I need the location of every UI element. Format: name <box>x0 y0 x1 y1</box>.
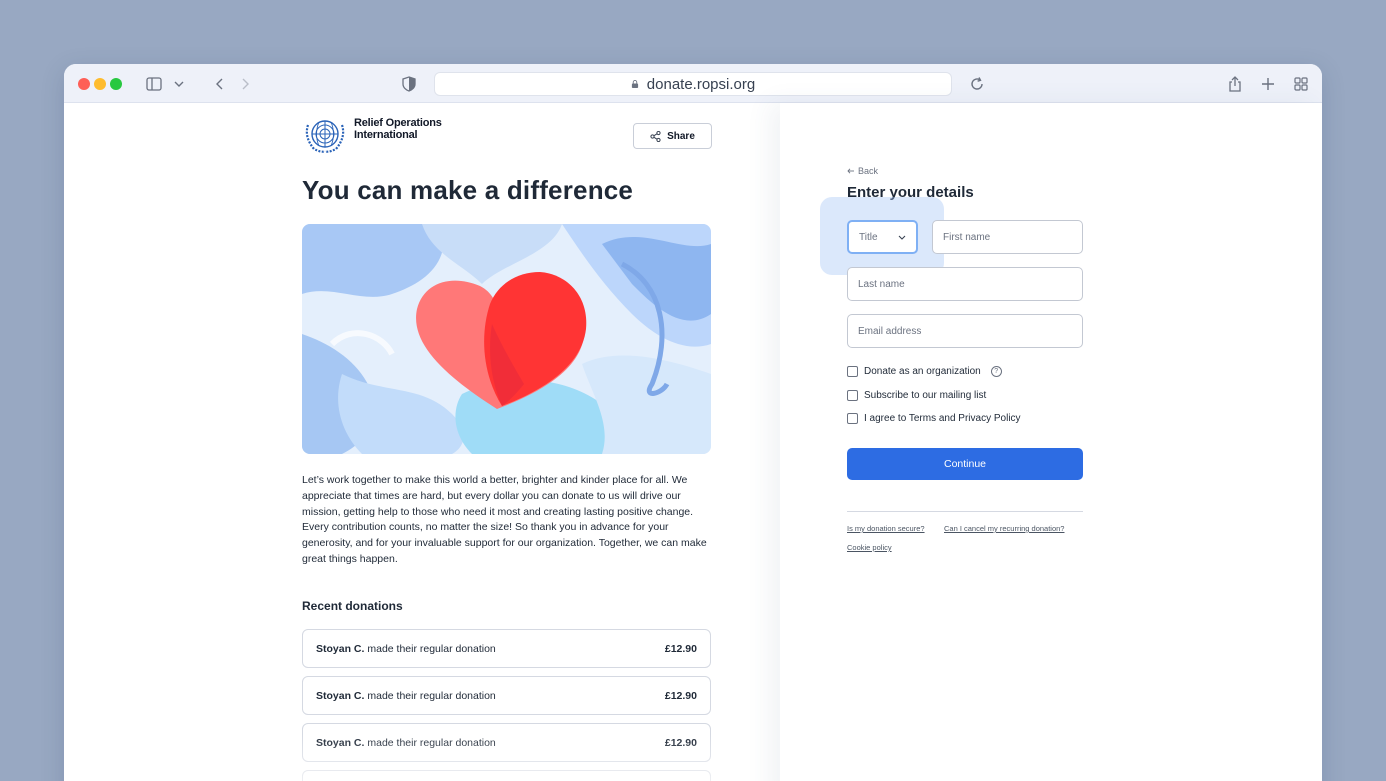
close-window-button[interactable] <box>78 78 90 90</box>
donation-text: Stoyan C. made their regular donation <box>316 737 496 749</box>
hero-heart-image <box>302 224 711 454</box>
mailing-list-checkbox-row[interactable]: Subscribe to our mailing list <box>847 390 986 401</box>
browser-toolbar: donate.ropsi.org <box>64 64 1322 103</box>
donation-description: made their regular donation <box>367 689 496 702</box>
share-label: Share <box>667 130 695 142</box>
details-form-panel: Back Enter your details Title First name… <box>780 103 1322 781</box>
continue-button[interactable]: Continue <box>847 448 1083 480</box>
last-name-input[interactable]: Last name <box>847 267 1083 301</box>
cancel-recurring-link[interactable]: Can I cancel my recurring donation? <box>944 524 1064 533</box>
organization-checkbox-label: Donate as an organization <box>864 366 981 377</box>
org-name: Relief Operations International <box>354 117 442 141</box>
donation-item: Stoyan C. made their regular donation £1… <box>302 676 711 715</box>
address-bar[interactable]: donate.ropsi.org <box>434 72 952 96</box>
mailing-list-checkbox-label: Subscribe to our mailing list <box>864 390 987 401</box>
donation-item: Stoyan C. made their regular donation £1… <box>302 629 711 668</box>
share-button[interactable]: Share <box>633 123 712 149</box>
divider <box>847 511 1083 512</box>
donation-description: made their regular donation <box>367 642 496 655</box>
shield-icon[interactable] <box>398 73 420 95</box>
terms-checkbox-row[interactable]: I agree to Terms and Privacy Policy <box>847 413 1021 424</box>
tabs-grid-icon[interactable] <box>1290 73 1312 95</box>
share-nodes-icon <box>650 130 661 142</box>
forward-arrow-icon[interactable] <box>234 73 256 95</box>
share-icon[interactable] <box>1224 73 1246 95</box>
first-name-placeholder: First name <box>943 231 991 243</box>
help-icon[interactable]: ? <box>990 366 1002 377</box>
org-name-line2: International <box>354 129 418 141</box>
browser-window: donate.ropsi.org Relief Operations Inter… <box>64 64 1322 781</box>
donor-name: Stoyan C. <box>316 642 365 655</box>
donation-amount: £12.90 <box>664 642 697 655</box>
cookie-policy-link[interactable]: Cookie policy <box>847 543 892 552</box>
donor-name: Stoyan C. <box>316 689 365 702</box>
back-label: Back <box>858 166 879 176</box>
donor-name: Stoyan C. <box>316 736 365 749</box>
campaign-panel: Relief Operations International Share Yo… <box>64 103 780 781</box>
terms-checkbox-label: I agree to Terms and Privacy Policy <box>864 413 1021 424</box>
terms-checkbox[interactable] <box>847 413 858 424</box>
donation-text: Stoyan C. made their regular donation <box>316 690 496 702</box>
last-name-placeholder: Last name <box>858 278 905 290</box>
maximize-window-button[interactable] <box>110 78 122 90</box>
donation-item: Stoyan C. made their regular donation £1… <box>302 723 711 762</box>
donation-item-partial <box>302 770 711 781</box>
donation-amount: £12.90 <box>664 736 697 749</box>
email-input[interactable]: Email address <box>847 314 1083 348</box>
mailing-list-checkbox[interactable] <box>847 390 858 401</box>
organization-checkbox-row[interactable]: Donate as an organization ? <box>847 366 1002 377</box>
arrow-left-icon <box>847 168 854 174</box>
lock-icon <box>631 80 638 88</box>
organization-checkbox[interactable] <box>847 366 858 377</box>
url-text: donate.ropsi.org <box>646 75 756 93</box>
first-name-input[interactable]: First name <box>932 220 1083 254</box>
org-name-line1: Relief Operations <box>354 117 442 129</box>
chevron-down-icon[interactable] <box>168 73 190 95</box>
recent-donations-title: Recent donations <box>302 599 403 613</box>
email-placeholder: Email address <box>858 325 922 337</box>
un-emblem-logo <box>305 120 345 153</box>
title-select-value: Title <box>859 231 878 243</box>
back-link[interactable]: Back <box>847 166 878 176</box>
plus-icon[interactable] <box>1257 73 1279 95</box>
sidebar-icon[interactable] <box>143 73 165 95</box>
donation-amount: £12.90 <box>664 689 697 702</box>
page-title: You can make a difference <box>302 175 634 205</box>
chevron-down-icon <box>898 235 906 240</box>
title-select[interactable]: Title <box>847 220 918 254</box>
donation-text: Stoyan C. made their regular donation <box>316 643 496 655</box>
campaign-description: Let’s work together to make this world a… <box>302 474 707 565</box>
reload-icon[interactable] <box>966 73 988 95</box>
back-arrow-icon[interactable] <box>209 73 231 95</box>
donation-description: made their regular donation <box>367 736 496 749</box>
minimize-window-button[interactable] <box>94 78 106 90</box>
donation-secure-link[interactable]: Is my donation secure? <box>847 524 925 533</box>
